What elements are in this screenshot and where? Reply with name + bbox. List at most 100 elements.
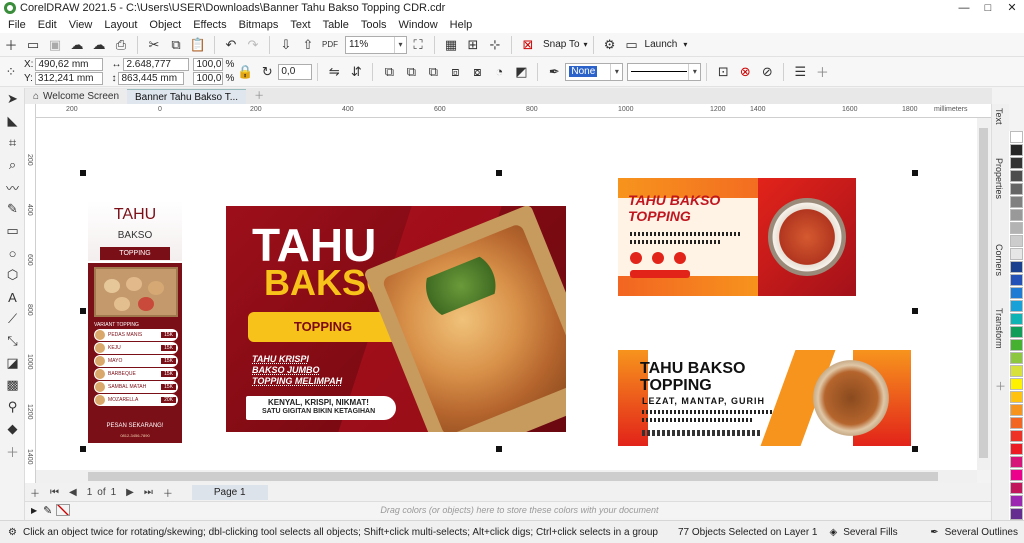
next-page-icon[interactable]: ▶ bbox=[126, 487, 134, 498]
selection-handle[interactable] bbox=[912, 446, 918, 452]
no-color-swatch[interactable] bbox=[56, 504, 71, 516]
close-button[interactable]: ✕ bbox=[1000, 0, 1024, 16]
ungroup-all-icon[interactable]: ⧉ bbox=[423, 62, 443, 82]
horizontal-scrollbar[interactable] bbox=[36, 470, 977, 483]
horizontal-ruler[interactable]: 200 0 200 400 600 800 1000 1200 1400 160… bbox=[36, 104, 991, 118]
clear-transform-icon[interactable]: ⊘ bbox=[757, 62, 777, 82]
ungroup-icon[interactable]: ⧉ bbox=[401, 62, 421, 82]
export-icon[interactable]: ⇧ bbox=[298, 35, 318, 55]
save-icon[interactable]: ▣ bbox=[45, 35, 65, 55]
parallel-dimension-icon[interactable]: ⟋ bbox=[0, 308, 25, 330]
first-page-icon[interactable]: ⏮ bbox=[50, 487, 59, 498]
drop-shadow-icon[interactable]: ◪ bbox=[0, 352, 25, 374]
menu-help[interactable]: Help bbox=[444, 19, 479, 31]
tab-document[interactable]: Banner Tahu Bakso T... bbox=[127, 89, 247, 104]
show-grid-icon[interactable]: ⊞ bbox=[463, 35, 483, 55]
y-position-field[interactable]: 312,241 mm bbox=[34, 72, 103, 85]
tab-welcome-screen[interactable]: ⌂ Welcome Screen bbox=[25, 89, 128, 104]
transparency-tool-icon[interactable]: ▩ bbox=[0, 374, 25, 396]
color-swatch[interactable] bbox=[1010, 404, 1023, 416]
add-tool-icon[interactable]: ＋ bbox=[0, 440, 25, 462]
selection-handle[interactable] bbox=[496, 170, 502, 176]
outline-icon[interactable]: ✒ bbox=[930, 527, 938, 538]
weld-icon[interactable]: ◔ bbox=[489, 62, 509, 82]
mirror-horizontal-icon[interactable]: ⇋ bbox=[324, 62, 344, 82]
color-swatch[interactable] bbox=[1010, 326, 1023, 338]
color-swatch[interactable] bbox=[1010, 183, 1023, 195]
chevron-right-icon[interactable]: ▶ bbox=[31, 506, 37, 515]
color-swatch[interactable] bbox=[1010, 495, 1023, 507]
zoom-tool-icon[interactable]: ⌕ bbox=[0, 154, 25, 176]
trim-icon[interactable]: ◩ bbox=[511, 62, 531, 82]
docker-tab-text[interactable]: Text bbox=[994, 108, 1004, 125]
scale-x-field[interactable]: 100,0 bbox=[193, 58, 224, 71]
color-swatch[interactable] bbox=[1010, 482, 1023, 494]
color-swatch[interactable] bbox=[1010, 261, 1023, 273]
cut-icon[interactable]: ✂ bbox=[144, 35, 164, 55]
color-swatch[interactable] bbox=[1010, 443, 1023, 455]
color-swatch[interactable] bbox=[1010, 313, 1023, 325]
print-icon[interactable]: ⎙ bbox=[111, 35, 131, 55]
lock-ratio-icon[interactable]: 🔒 bbox=[235, 62, 255, 82]
full-screen-icon[interactable]: ⛶ bbox=[408, 35, 428, 55]
menu-file[interactable]: File bbox=[2, 19, 32, 31]
menu-edit[interactable]: Edit bbox=[32, 19, 63, 31]
menu-tools[interactable]: Tools bbox=[355, 19, 393, 31]
color-swatch[interactable] bbox=[1010, 391, 1023, 403]
object-origin-icon[interactable]: ⁘ bbox=[1, 62, 21, 82]
vertical-scrollbar[interactable] bbox=[977, 118, 990, 470]
zoom-combo[interactable]: 11% ▾ bbox=[345, 35, 407, 54]
break-apart-icon[interactable]: ⧇ bbox=[467, 62, 487, 82]
new-document-icon[interactable]: ＋ bbox=[1, 35, 21, 55]
vertical-ruler[interactable]: 200 400 600 800 1000 1200 1400 bbox=[25, 104, 36, 484]
color-swatch[interactable] bbox=[1010, 222, 1023, 234]
menu-layout[interactable]: Layout bbox=[98, 19, 143, 31]
pick-tool-icon[interactable]: ➤ bbox=[0, 88, 25, 110]
show-rulers-icon[interactable]: ▦ bbox=[441, 35, 461, 55]
copy-icon[interactable]: ⧉ bbox=[166, 35, 186, 55]
freehand-tool-icon[interactable]: 〰 bbox=[0, 176, 25, 198]
color-swatch[interactable] bbox=[1010, 170, 1023, 182]
prev-page-icon[interactable]: ◀ bbox=[69, 487, 77, 498]
open-folder-icon[interactable]: ▭ bbox=[23, 35, 43, 55]
snap-off-icon[interactable]: ⊠ bbox=[518, 35, 538, 55]
scale-y-field[interactable]: 100,0 bbox=[193, 72, 224, 85]
mirror-vertical-icon[interactable]: ⇵ bbox=[346, 62, 366, 82]
last-page-icon[interactable]: ⏭ bbox=[144, 487, 153, 498]
vertical-banner[interactable]: TAHU BAKSO TOPPING VARIANT TOPPING PEDAS… bbox=[88, 201, 182, 443]
eyedropper-icon[interactable]: ✎ bbox=[43, 504, 52, 517]
snap-to-dropdown[interactable]: Snap To bbox=[543, 39, 580, 50]
pdf-icon[interactable]: PDF bbox=[320, 35, 340, 55]
add-page-icon[interactable]: ＋ bbox=[163, 485, 173, 500]
menu-view[interactable]: View bbox=[63, 19, 99, 31]
add-page-icon[interactable]: ＋ bbox=[30, 485, 40, 500]
drawing-canvas[interactable]: TAHU BAKSO TOPPING VARIANT TOPPING PEDAS… bbox=[36, 118, 977, 470]
color-swatch[interactable] bbox=[1010, 352, 1023, 364]
add-docker-icon[interactable]: ＋ bbox=[995, 378, 1006, 394]
rotation-icon[interactable]: ↻ bbox=[257, 62, 277, 82]
interactive-fill-icon[interactable]: ◆ bbox=[0, 418, 25, 440]
menu-table[interactable]: Table bbox=[317, 19, 355, 31]
menu-object[interactable]: Object bbox=[143, 19, 187, 31]
text-tool-icon[interactable]: A bbox=[0, 286, 25, 308]
color-swatch[interactable] bbox=[1010, 378, 1023, 390]
menu-text[interactable]: Text bbox=[284, 19, 316, 31]
selection-handle[interactable] bbox=[912, 308, 918, 314]
color-swatch[interactable] bbox=[1010, 287, 1023, 299]
outline-width-combo[interactable]: None ▾ bbox=[565, 62, 624, 81]
maximize-button[interactable]: □ bbox=[976, 0, 1000, 16]
color-swatch[interactable] bbox=[1010, 430, 1023, 442]
color-swatch[interactable] bbox=[1010, 339, 1023, 351]
cloud-upload-icon[interactable]: ☁ bbox=[67, 35, 87, 55]
docker-tab-transform[interactable]: Transform bbox=[994, 308, 1004, 349]
width-field[interactable]: 2.648,777 mm bbox=[123, 58, 190, 81]
color-swatch[interactable] bbox=[1010, 209, 1023, 221]
rotation-angle-field[interactable]: 0,0 bbox=[278, 63, 313, 80]
docker-tab-corners[interactable]: Corners bbox=[994, 244, 1004, 276]
color-swatch[interactable] bbox=[1010, 235, 1023, 247]
color-swatch[interactable] bbox=[1010, 365, 1023, 377]
menu-window[interactable]: Window bbox=[393, 19, 444, 31]
docker-tab-properties[interactable]: Properties bbox=[994, 158, 1004, 199]
gear-icon[interactable]: ⚙ bbox=[8, 527, 17, 538]
color-swatch[interactable] bbox=[1010, 131, 1023, 143]
